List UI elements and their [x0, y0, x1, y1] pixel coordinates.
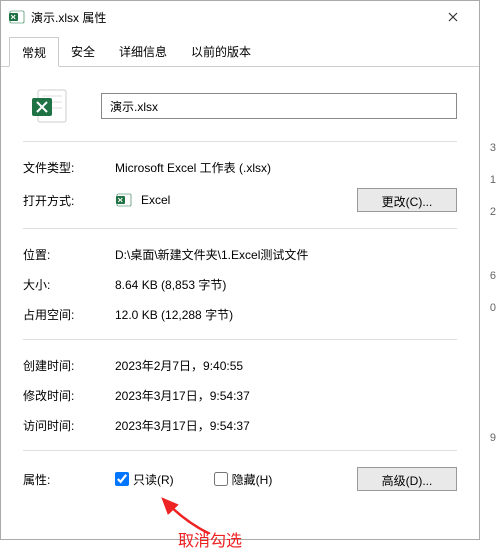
hidden-label: 隐藏(H)	[232, 471, 273, 488]
divider	[23, 339, 457, 340]
readonly-label: 只读(R)	[133, 471, 174, 488]
label-size: 大小:	[23, 276, 115, 293]
tab-security[interactable]: 安全	[59, 37, 107, 66]
value-sizedisk: 12.0 KB (12,288 字节)	[115, 306, 457, 323]
label-filetype: 文件类型:	[23, 159, 115, 176]
label-attributes: 属性:	[23, 471, 115, 488]
row-attributes: 属性: 只读(R) 隐藏(H) 高级(D)...	[23, 461, 457, 497]
file-header-row	[23, 85, 457, 127]
label-location: 位置:	[23, 246, 115, 263]
background-edge: 3 1 2 6 0 9	[480, 0, 500, 546]
value-size: 8.64 KB (8,853 字节)	[115, 276, 457, 293]
value-location: D:\桌面\新建文件夹\1.Excel测试文件	[115, 246, 457, 263]
divider	[23, 141, 457, 142]
hidden-checkbox-wrap[interactable]: 隐藏(H)	[214, 471, 273, 488]
value-accessed: 2023年3月17日，9:54:37	[115, 417, 457, 434]
tab-content: 文件类型: Microsoft Excel 工作表 (.xlsx) 打开方式: …	[1, 67, 479, 507]
properties-dialog: 演示.xlsx 属性 常规 安全 详细信息 以前的版本	[0, 0, 480, 540]
divider	[23, 228, 457, 229]
label-accessed: 访问时间:	[23, 417, 115, 434]
row-size: 大小: 8.64 KB (8,853 字节)	[23, 269, 457, 299]
row-sizedisk: 占用空间: 12.0 KB (12,288 字节)	[23, 299, 457, 329]
tab-general[interactable]: 常规	[9, 37, 59, 67]
value-filetype: Microsoft Excel 工作表 (.xlsx)	[115, 159, 457, 176]
close-button[interactable]	[433, 3, 473, 31]
row-filetype: 文件类型: Microsoft Excel 工作表 (.xlsx)	[23, 152, 457, 182]
tab-strip: 常规 安全 详细信息 以前的版本	[1, 33, 479, 67]
row-openwith: 打开方式: Excel 更改(C)...	[23, 182, 457, 218]
label-modified: 修改时间:	[23, 387, 115, 404]
row-modified: 修改时间: 2023年3月17日，9:54:37	[23, 380, 457, 410]
advanced-button[interactable]: 高级(D)...	[357, 467, 457, 491]
row-accessed: 访问时间: 2023年3月17日，9:54:37	[23, 410, 457, 440]
value-created: 2023年2月7日，9:40:55	[115, 357, 457, 374]
tab-previous-versions[interactable]: 以前的版本	[179, 37, 263, 66]
value-modified: 2023年3月17日，9:54:37	[115, 387, 457, 404]
filename-input[interactable]	[101, 93, 457, 119]
window-title: 演示.xlsx 属性	[31, 9, 433, 26]
label-openwith: 打开方式:	[23, 192, 115, 209]
readonly-checkbox-wrap[interactable]: 只读(R)	[115, 471, 174, 488]
label-created: 创建时间:	[23, 357, 115, 374]
label-sizedisk: 占用空间:	[23, 306, 115, 323]
row-location: 位置: D:\桌面\新建文件夹\1.Excel测试文件	[23, 239, 457, 269]
row-created: 创建时间: 2023年2月7日，9:40:55	[23, 350, 457, 380]
excel-app-icon	[115, 191, 133, 209]
readonly-checkbox[interactable]	[115, 472, 129, 486]
hidden-checkbox[interactable]	[214, 472, 228, 486]
excel-file-large-icon	[29, 85, 71, 127]
tab-details[interactable]: 详细信息	[107, 37, 179, 66]
excel-file-icon	[9, 9, 25, 25]
titlebar: 演示.xlsx 属性	[1, 1, 479, 33]
value-openwith: Excel	[141, 193, 357, 207]
divider	[23, 450, 457, 451]
change-button[interactable]: 更改(C)...	[357, 188, 457, 212]
